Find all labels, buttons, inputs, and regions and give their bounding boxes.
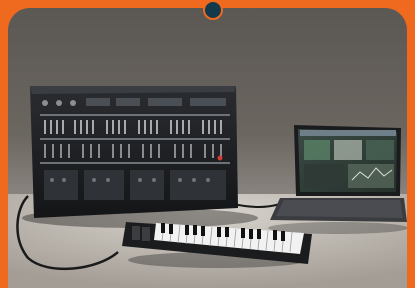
laptop	[268, 125, 407, 234]
notch-dot	[203, 0, 223, 20]
studio-photo	[8, 86, 407, 288]
modular-synthesizer	[30, 86, 238, 218]
photo-frame	[8, 8, 407, 288]
